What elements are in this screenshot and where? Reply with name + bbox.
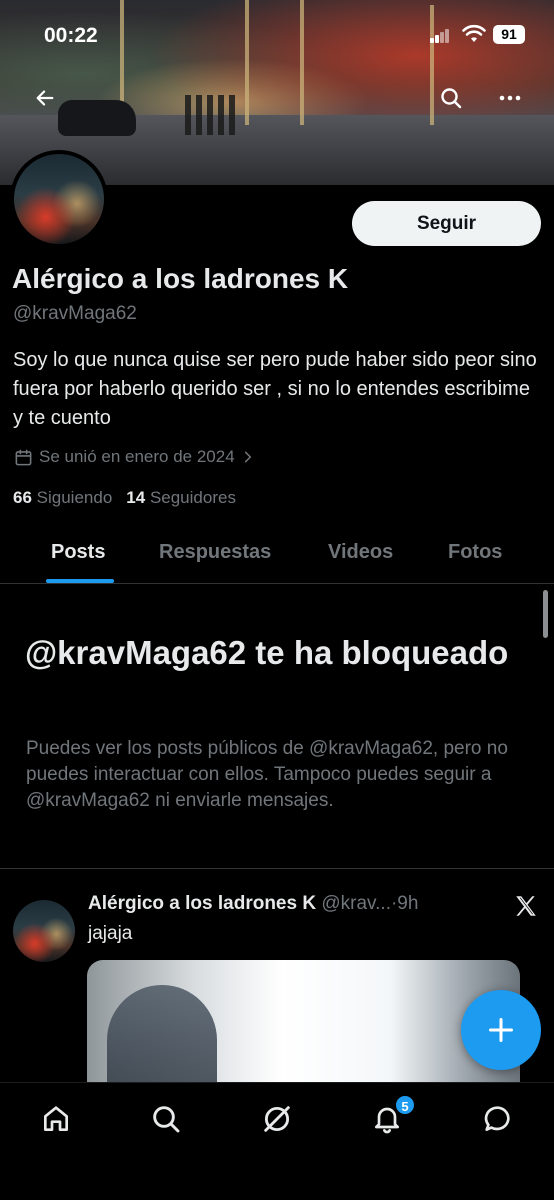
status-time: 00:22 bbox=[44, 24, 98, 47]
following-count: 66 bbox=[13, 488, 32, 507]
post-time: 9h bbox=[397, 893, 419, 914]
post-media[interactable] bbox=[87, 960, 520, 1082]
post-text: jajaja bbox=[88, 923, 133, 944]
messages-icon bbox=[484, 1106, 510, 1131]
following-link[interactable]: 66 Siguiendo bbox=[13, 488, 112, 507]
nav-messages[interactable] bbox=[478, 1099, 518, 1139]
wifi-icon bbox=[462, 24, 486, 49]
scrollbar[interactable] bbox=[543, 590, 548, 638]
blocked-title: @kravMaga62 te ha bloqueado bbox=[25, 634, 509, 671]
active-tab-indicator bbox=[46, 579, 114, 583]
profile-tabs: Posts Respuestas Videos Fotos bbox=[0, 528, 554, 584]
followers-label: Seguidores bbox=[149, 488, 236, 507]
tab-fotos[interactable]: Fotos bbox=[448, 541, 502, 564]
notifications-badge: 5 bbox=[394, 1094, 416, 1116]
media-person bbox=[107, 985, 217, 1082]
post-author-handle: @krav... bbox=[321, 893, 391, 914]
back-button[interactable] bbox=[25, 78, 65, 118]
tab-videos[interactable]: Videos bbox=[328, 541, 393, 564]
tab-respuestas[interactable]: Respuestas bbox=[159, 541, 271, 564]
status-bar: 00:22 91 bbox=[0, 0, 554, 70]
joined-label: Se unió en enero de 2024 bbox=[39, 447, 235, 466]
nav-explore[interactable] bbox=[146, 1099, 186, 1139]
battery-indicator: 91 bbox=[493, 25, 525, 44]
grok-icon bbox=[264, 1106, 290, 1132]
banner-people bbox=[185, 95, 235, 135]
search-button[interactable] bbox=[431, 78, 471, 118]
profile-display-name: Alérgico a los ladrones K bbox=[12, 263, 349, 294]
explore-icon bbox=[153, 1106, 180, 1133]
signal-icon bbox=[430, 28, 450, 43]
post-author-name[interactable]: Alérgico a los ladrones K bbox=[88, 893, 316, 914]
home-icon bbox=[44, 1106, 68, 1131]
more-icon bbox=[499, 95, 521, 101]
post-header: Alérgico a los ladrones K @krav...·9h bbox=[88, 893, 488, 915]
chevron-right-icon bbox=[244, 451, 251, 463]
section-divider bbox=[0, 868, 554, 869]
compose-plus-icon bbox=[488, 1017, 514, 1043]
profile-avatar[interactable] bbox=[10, 150, 108, 248]
bottom-nav: 5 bbox=[0, 1082, 554, 1200]
tab-posts[interactable]: Posts bbox=[51, 541, 105, 564]
banner-car bbox=[58, 100, 136, 136]
back-arrow-icon bbox=[36, 90, 54, 106]
following-label: Siguiendo bbox=[36, 488, 113, 507]
nav-home[interactable] bbox=[36, 1099, 76, 1139]
compose-button[interactable] bbox=[461, 990, 541, 1070]
follow-button[interactable]: Seguir bbox=[352, 201, 541, 246]
follow-counts: 66 Siguiendo 14 Seguidores bbox=[13, 488, 236, 508]
calendar-icon bbox=[15, 449, 32, 465]
x-logo-icon bbox=[513, 893, 539, 919]
profile-bio: Soy lo que nunca quise ser pero pude hab… bbox=[13, 349, 537, 429]
post-author-avatar[interactable] bbox=[13, 900, 75, 962]
followers-link[interactable]: 14 Seguidores bbox=[126, 488, 236, 507]
blocked-description: Puedes ver los posts públicos de @kravMa… bbox=[26, 738, 508, 811]
more-button[interactable] bbox=[490, 78, 530, 118]
search-icon bbox=[441, 88, 462, 109]
nav-grok[interactable] bbox=[257, 1099, 297, 1139]
followers-count: 14 bbox=[126, 488, 146, 507]
joined-date[interactable]: Se unió en enero de 2024 bbox=[14, 447, 255, 467]
profile-handle: @kravMaga62 bbox=[13, 303, 137, 324]
